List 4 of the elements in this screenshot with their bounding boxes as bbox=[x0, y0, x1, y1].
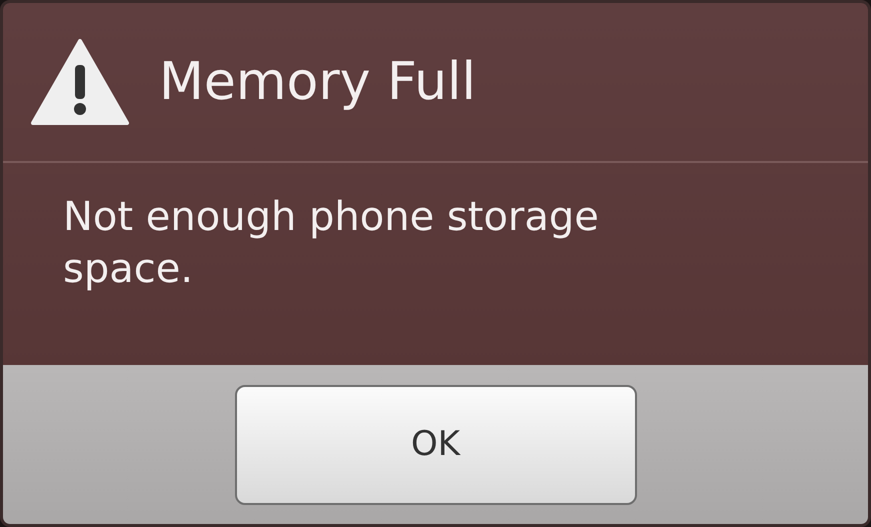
dialog-title: Memory Full bbox=[159, 51, 476, 114]
warning-icon bbox=[31, 39, 129, 125]
ok-button[interactable]: OK bbox=[234, 384, 636, 504]
dialog-message: Not enough phone storage space. bbox=[62, 193, 600, 294]
